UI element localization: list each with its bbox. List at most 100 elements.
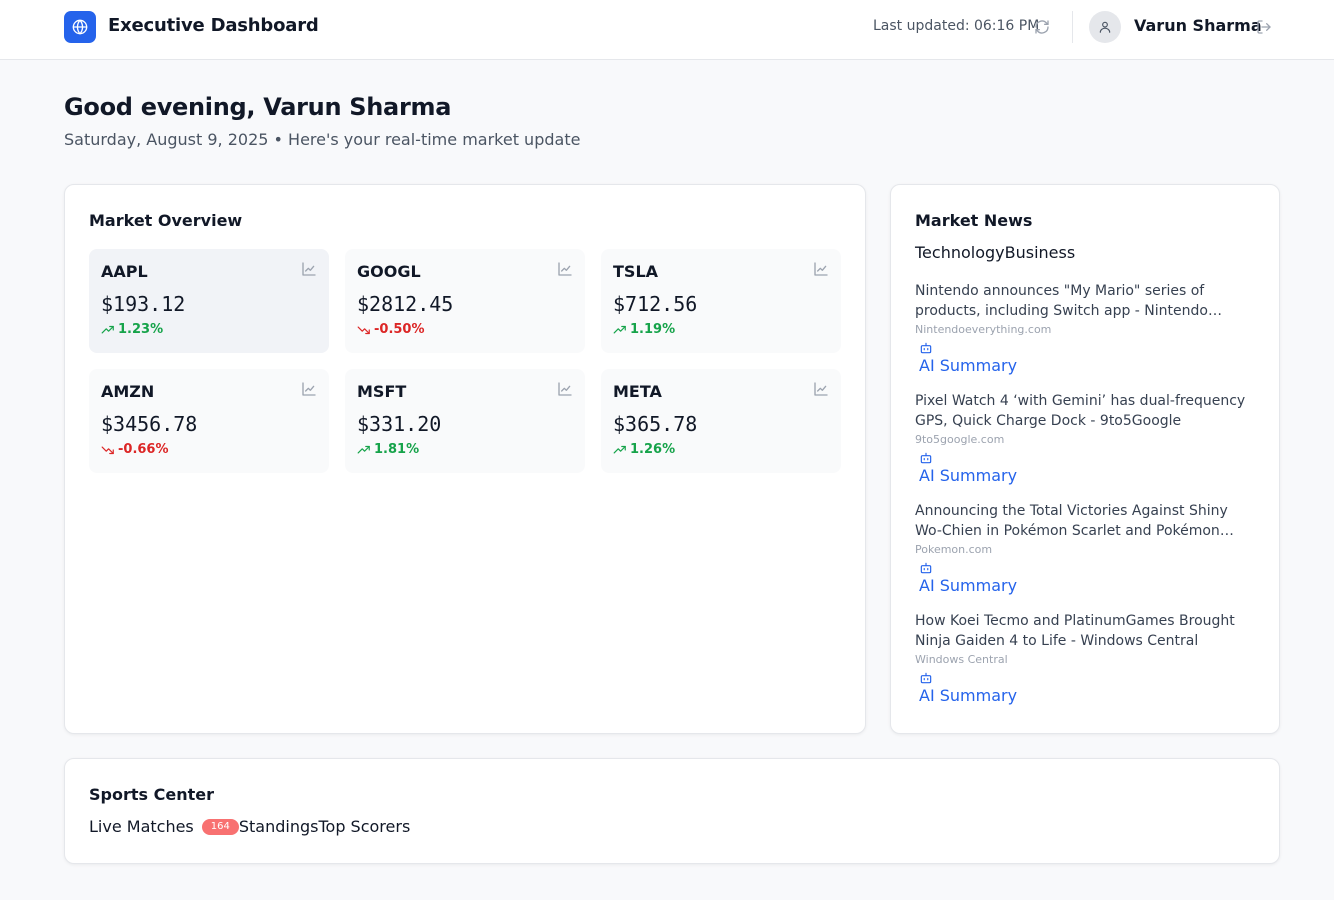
refresh-icon (1035, 20, 1049, 34)
news-item: Nintendo announces "My Mario" series of … (915, 281, 1255, 391)
news-item: Pixel Watch 4 ‘with Gemini’ has dual-fre… (915, 391, 1255, 501)
stock-price: $365.78 (613, 412, 698, 436)
market-news-card: Market News TechnologyBusiness Nintendo … (890, 184, 1280, 734)
line-chart-icon (558, 262, 572, 276)
globe-icon (72, 19, 88, 35)
stock-change: 1.23% (101, 322, 163, 337)
stock-chart-button[interactable] (301, 261, 317, 277)
app-title: Executive Dashboard (108, 15, 319, 36)
logout-icon (1257, 20, 1271, 34)
bot-icon (920, 562, 932, 574)
tab-standings[interactable]: Standings (239, 817, 319, 836)
sports-tabs: Live Matches 164 Standings Top Scorers (89, 817, 410, 836)
tab-technology[interactable]: Technology (915, 243, 1005, 262)
stock-change-value: 1.26% (630, 442, 676, 457)
refresh-button[interactable] (1032, 17, 1052, 37)
bot-icon (920, 342, 932, 354)
stock-symbol: META (613, 382, 662, 401)
trending-down-icon (101, 446, 114, 454)
ai-summary-link[interactable]: AI Summary (919, 466, 1017, 485)
news-title[interactable]: Nintendo announces "My Mario" series of … (915, 281, 1255, 321)
stock-chart-button[interactable] (301, 381, 317, 397)
line-chart-icon (558, 382, 572, 396)
bot-icon (920, 672, 932, 684)
stock-price: $3456.78 (101, 412, 198, 436)
market-news-title: Market News (915, 211, 1033, 230)
stock-tile-msft[interactable]: MSFT $331.20 1.81% (345, 369, 585, 473)
trending-up-icon (101, 325, 114, 333)
stock-change: -0.50% (357, 322, 425, 337)
tab-live-matches[interactable]: Live Matches (89, 817, 194, 836)
stock-change: 1.19% (613, 322, 675, 337)
news-source: Nintendoeverything.com (915, 323, 1052, 336)
stock-symbol: TSLA (613, 262, 659, 281)
news-title[interactable]: Pixel Watch 4 ‘with Gemini’ has dual-fre… (915, 391, 1255, 431)
top-header: Executive Dashboard Last updated: 06:16 … (0, 0, 1334, 60)
trending-up-icon (357, 445, 370, 453)
news-list: Nintendo announces "My Mario" series of … (915, 281, 1255, 721)
stock-change: 1.81% (357, 442, 419, 457)
avatar[interactable] (1089, 11, 1121, 43)
stock-chart-button[interactable] (813, 381, 829, 397)
line-chart-icon (814, 382, 828, 396)
trending-up-icon (613, 325, 626, 333)
stock-symbol: GOOGL (357, 262, 421, 281)
line-chart-icon (302, 382, 316, 396)
stock-price: $193.12 (101, 292, 186, 316)
ai-summary-link[interactable]: AI Summary (919, 356, 1017, 375)
stock-chart-button[interactable] (813, 261, 829, 277)
stock-symbol: MSFT (357, 382, 407, 401)
trending-down-icon (357, 326, 370, 334)
stock-tile-aapl[interactable]: AAPL $193.12 1.23% (89, 249, 329, 353)
stock-chart-button[interactable] (557, 381, 573, 397)
tab-business[interactable]: Business (1005, 243, 1076, 262)
tab-top-scorers[interactable]: Top Scorers (318, 817, 410, 836)
news-item: How Koei Tecmo and PlatinumGames Brought… (915, 611, 1255, 721)
ai-summary[interactable]: AI Summary (919, 451, 1017, 485)
stock-chart-button[interactable] (557, 261, 573, 277)
user-name: Varun Sharma (1134, 16, 1262, 35)
ai-summary-link[interactable]: AI Summary (919, 576, 1017, 595)
stock-tile-amzn[interactable]: AMZN $3456.78 -0.66% (89, 369, 329, 473)
stock-change-value: 1.19% (630, 322, 676, 337)
news-title[interactable]: Announcing the Total Victories Against S… (915, 501, 1255, 541)
news-title[interactable]: How Koei Tecmo and PlatinumGames Brought… (915, 611, 1255, 651)
stock-symbol: AAPL (101, 262, 148, 281)
news-source: Windows Central (915, 653, 1008, 666)
app-logo (64, 11, 96, 43)
sports-center-title: Sports Center (89, 785, 214, 804)
ai-summary[interactable]: AI Summary (919, 341, 1017, 375)
market-overview-title: Market Overview (89, 211, 243, 230)
stock-symbol: AMZN (101, 382, 155, 401)
market-overview-card: Market Overview AAPL $193.12 1.23% GOOGL $2… (64, 184, 866, 734)
ai-summary-link[interactable]: AI Summary (919, 686, 1017, 705)
stock-change-value: 1.23% (118, 322, 164, 337)
news-item: Announcing the Total Victories Against S… (915, 501, 1255, 611)
stock-change-value: 1.81% (374, 442, 420, 457)
ai-summary[interactable]: AI Summary (919, 561, 1017, 595)
greeting-title: Good evening, Varun Sharma (64, 93, 452, 121)
stock-change: 1.26% (613, 442, 675, 457)
news-source: 9to5google.com (915, 433, 1005, 446)
last-updated-text: Last updated: 06:16 PM (873, 18, 1040, 34)
logout-button[interactable] (1254, 17, 1274, 37)
stock-grid: AAPL $193.12 1.23% GOOGL $2812.45 -0.50% TSL… (89, 249, 841, 473)
stock-change-value: -0.66% (118, 442, 169, 457)
stock-price: $2812.45 (357, 292, 454, 316)
header-divider (1072, 11, 1073, 43)
stock-price: $712.56 (613, 292, 698, 316)
stock-change: -0.66% (101, 442, 169, 457)
stock-change-value: -0.50% (374, 322, 425, 337)
news-tabs: TechnologyBusiness (915, 243, 1075, 262)
sports-center-card: Sports Center Live Matches 164 Standings… (64, 758, 1280, 864)
stock-tile-tsla[interactable]: TSLA $712.56 1.19% (601, 249, 841, 353)
user-icon (1099, 21, 1111, 33)
news-source: Pokemon.com (915, 543, 993, 556)
ai-summary[interactable]: AI Summary (919, 671, 1017, 705)
stock-tile-googl[interactable]: GOOGL $2812.45 -0.50% (345, 249, 585, 353)
bot-icon (920, 452, 932, 464)
line-chart-icon (814, 262, 828, 276)
trending-up-icon (613, 445, 626, 453)
stock-price: $331.20 (357, 412, 442, 436)
stock-tile-meta[interactable]: META $365.78 1.26% (601, 369, 841, 473)
